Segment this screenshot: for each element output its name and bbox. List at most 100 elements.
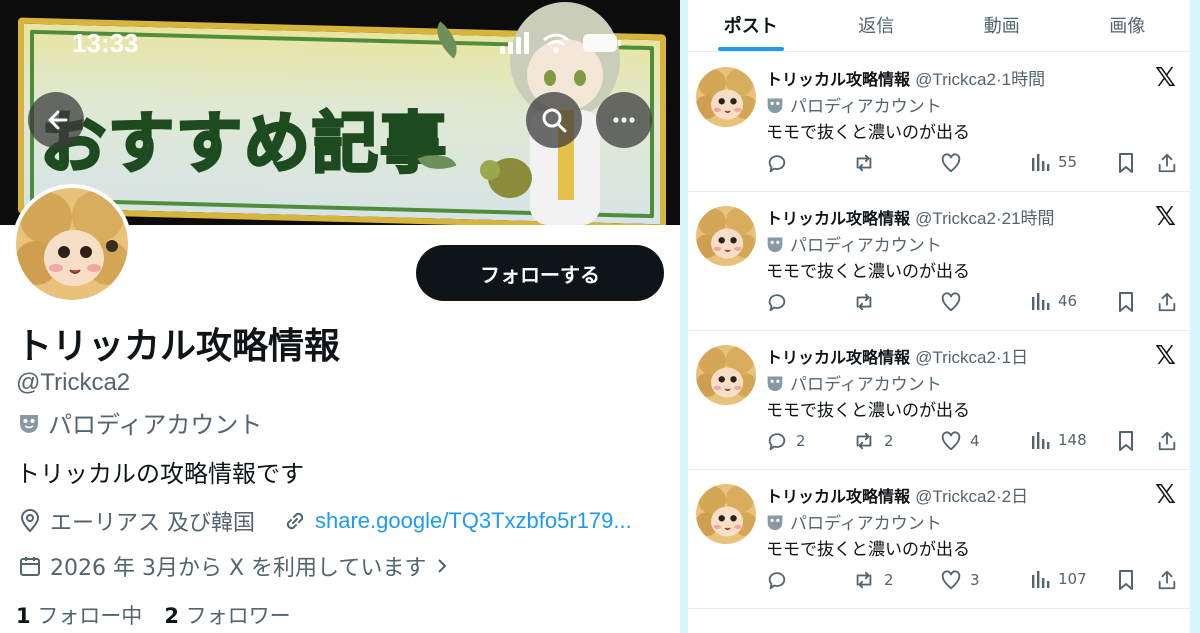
post-header: トリッカル攻略情報 @Trickca2·1日 — [766, 343, 1028, 368]
reply-icon — [768, 155, 786, 173]
share-button[interactable] — [1156, 152, 1178, 174]
following-label: フォロー中 — [37, 604, 143, 628]
post-text: モモで抜くと濃いのが出る — [766, 401, 970, 421]
post-parody-label: パロディアカウント — [766, 370, 942, 395]
post-parody-label: パロディアカウント — [766, 509, 942, 534]
like-icon — [941, 570, 961, 590]
profile-link[interactable]: share.google/TQ3Txzbfo5r179... — [315, 508, 632, 534]
post-time[interactable]: ·21時間 — [996, 209, 1055, 228]
post-avatar[interactable] — [696, 67, 756, 127]
profile-tabs: ポスト 返信 動画 画像 — [688, 0, 1190, 52]
views-button[interactable]: 55 — [1030, 152, 1077, 172]
bookmark-button[interactable] — [1116, 152, 1136, 174]
parody-mask-icon — [20, 414, 38, 433]
post[interactable]: トリッカル攻略情報 @Trickca2·1時間 𝕏 パロディアカウント モモで抜… — [688, 53, 1190, 192]
parody-label: パロディアカウント — [18, 405, 262, 440]
bookmark-button[interactable] — [1116, 569, 1136, 591]
repost-icon — [856, 154, 872, 172]
search-button[interactable] — [526, 92, 582, 148]
link-icon — [286, 512, 304, 530]
post-parody-label: パロディアカウント — [766, 92, 942, 117]
parody-mask-icon — [767, 375, 783, 391]
share-button[interactable] — [1156, 569, 1178, 591]
repost-button[interactable] — [852, 291, 884, 313]
post-time[interactable]: ·1時間 — [996, 70, 1045, 89]
x-logo-icon: 𝕏 — [1155, 202, 1176, 232]
bookmark-icon — [1119, 570, 1133, 590]
views-icon — [1032, 154, 1050, 171]
bookmark-icon — [1119, 292, 1133, 312]
repost-button[interactable]: 2 — [852, 569, 894, 591]
post-author[interactable]: トリッカル攻略情報 — [766, 348, 910, 367]
like-button[interactable] — [940, 291, 970, 313]
views-button[interactable]: 148 — [1030, 430, 1087, 450]
post-header: トリッカル攻略情報 @Trickca2·1時間 — [766, 65, 1045, 90]
share-button[interactable] — [1156, 430, 1178, 452]
share-icon — [1158, 570, 1176, 590]
parody-mask-icon — [767, 236, 783, 252]
post-parody-label: パロディアカウント — [766, 231, 942, 256]
banner-title: おすすめ記事 — [39, 104, 448, 184]
post-handle[interactable]: @Trickca2 — [915, 348, 996, 367]
tab-videos[interactable]: 動画 — [939, 0, 1065, 51]
profile-bio: トリッカルの攻略情報です — [16, 460, 304, 488]
views-button[interactable]: 107 — [1030, 569, 1087, 589]
reply-button[interactable] — [766, 152, 796, 174]
reply-button[interactable] — [766, 569, 796, 591]
x-logo-icon: 𝕏 — [1155, 341, 1176, 371]
followers-link[interactable]: 2 フォロワー — [164, 600, 290, 630]
follow-button[interactable]: フォローする — [416, 245, 664, 301]
profile-joined[interactable]: 2026 年 3月から X を利用しています — [18, 550, 450, 582]
post-time[interactable]: ·1日 — [996, 348, 1028, 367]
like-button[interactable] — [940, 152, 970, 174]
share-icon — [1158, 292, 1176, 312]
post-text: モモで抜くと濃いのが出る — [766, 540, 970, 560]
profile-avatar[interactable] — [12, 184, 132, 304]
post-author[interactable]: トリッカル攻略情報 — [766, 487, 910, 506]
post-text: モモで抜くと濃いのが出る — [766, 262, 970, 282]
post-author[interactable]: トリッカル攻略情報 — [766, 70, 910, 89]
post-time[interactable]: ·2日 — [996, 487, 1028, 506]
status-bar-icons — [500, 32, 622, 54]
post[interactable]: トリッカル攻略情報 @Trickca2·21時間 𝕏 パロディアカウント モモで… — [688, 192, 1190, 331]
post-author[interactable]: トリッカル攻略情報 — [766, 209, 910, 228]
reply-icon — [768, 572, 786, 590]
reply-button[interactable] — [766, 291, 796, 313]
back-button[interactable] — [28, 92, 84, 148]
status-bar-time: 13:33 — [72, 28, 139, 58]
like-button[interactable]: 3 — [940, 569, 980, 591]
share-button[interactable] — [1156, 291, 1178, 313]
bookmark-button[interactable] — [1116, 291, 1136, 313]
chevron-right-icon — [438, 559, 447, 573]
repost-icon — [856, 571, 872, 589]
tab-images[interactable]: 画像 — [1065, 0, 1191, 51]
like-icon — [941, 292, 961, 312]
more-button[interactable] — [596, 92, 652, 148]
repost-button[interactable] — [852, 152, 884, 174]
calendar-icon — [20, 557, 40, 576]
post-handle[interactable]: @Trickca2 — [915, 70, 996, 89]
following-link[interactable]: 1 フォロー中 — [16, 600, 142, 630]
reply-icon — [768, 294, 786, 312]
tab-posts[interactable]: ポスト — [688, 0, 814, 51]
post-avatar[interactable] — [696, 484, 756, 544]
repost-icon — [856, 293, 872, 311]
post-header: トリッカル攻略情報 @Trickca2·2日 — [766, 482, 1028, 507]
profile-location: エーリアス 及び韓国 — [50, 511, 255, 536]
post[interactable]: トリッカル攻略情報 @Trickca2·1日 𝕏 パロディアカウント モモで抜く… — [688, 331, 1190, 470]
share-icon — [1158, 153, 1176, 173]
reply-button[interactable]: 2 — [766, 430, 806, 452]
post-handle[interactable]: @Trickca2 — [915, 209, 996, 228]
views-button[interactable]: 46 — [1030, 291, 1077, 311]
post-actions: 2 3 107 — [766, 569, 1176, 595]
repost-button[interactable]: 2 — [852, 430, 894, 452]
post-handle[interactable]: @Trickca2 — [915, 487, 996, 506]
post-avatar[interactable] — [696, 206, 756, 266]
bookmark-button[interactable] — [1116, 430, 1136, 452]
parody-mask-icon — [767, 97, 783, 113]
like-button[interactable]: 4 — [940, 430, 980, 452]
repost-icon — [856, 432, 872, 450]
tab-replies[interactable]: 返信 — [814, 0, 940, 51]
post-avatar[interactable] — [696, 345, 756, 405]
post[interactable]: トリッカル攻略情報 @Trickca2·2日 𝕏 パロディアカウント モモで抜く… — [688, 470, 1190, 609]
